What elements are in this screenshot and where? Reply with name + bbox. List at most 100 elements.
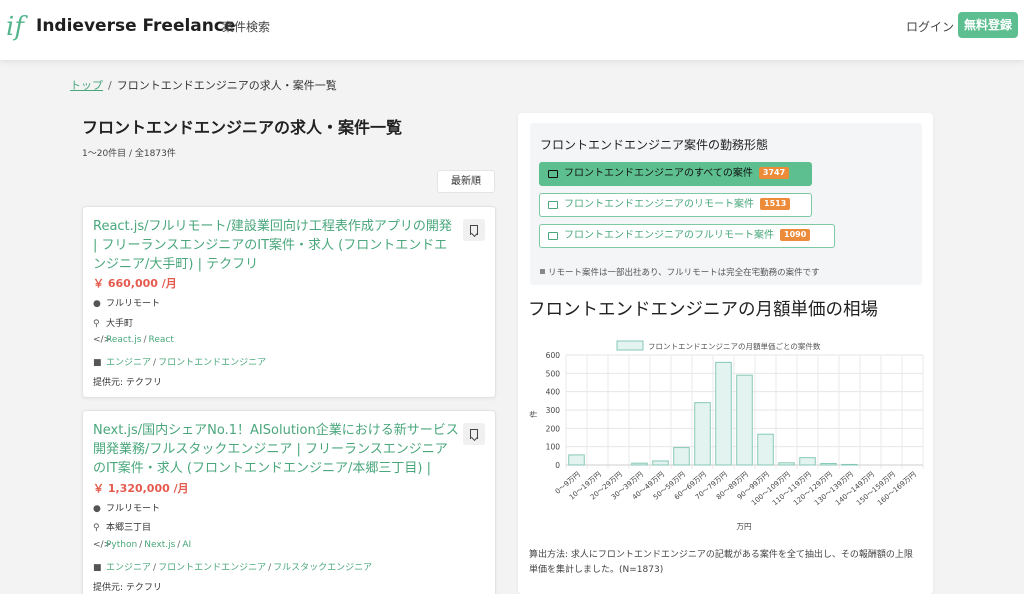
category-link[interactable]: フロントエンドエンジニア (158, 358, 266, 368)
location-pin-icon: ⚲ (93, 523, 100, 533)
category-link[interactable]: エンジニア (106, 358, 151, 368)
y-tick-label: 300 (546, 406, 561, 415)
briefcase-icon: ■ (93, 563, 102, 573)
location-pin-icon: ⚲ (93, 319, 100, 329)
job-location: ⚲ 大手町 (93, 316, 133, 329)
bullet-square-icon (540, 269, 545, 274)
skill-link[interactable]: Next.js (144, 540, 175, 550)
job-salary: ￥ 1,320,000 /月 (93, 482, 189, 495)
work-style-remote-button[interactable]: フロントエンドエンジニアのリモート案件 1513 (539, 193, 812, 217)
bar (799, 457, 816, 466)
y-tick-label: 500 (546, 369, 561, 378)
bar (694, 402, 711, 466)
code-icon: </> (93, 335, 112, 345)
login-link[interactable]: ログイン (906, 18, 954, 35)
work-style-text: フルリモート (106, 504, 161, 514)
calculation-note: 算出方法: 求人にフロントエンドエンジニアの記載がある案件を全て抽出し、その報酬… (529, 550, 913, 575)
skill-link[interactable]: React.js (106, 335, 141, 345)
nav-job-search-link[interactable]: 案件検索 (222, 18, 270, 35)
job-card[interactable]: React.js/フルリモート/建設業回向け工程表作成アプリの開発 | フリーラ… (82, 206, 496, 398)
skill-link[interactable]: React (148, 335, 173, 345)
sort-button[interactable]: 最新順 (437, 170, 495, 193)
count-badge: 3747 (758, 167, 790, 179)
bar (631, 462, 648, 466)
count-badge: 1090 (780, 229, 811, 241)
bookmark-icon (470, 429, 478, 439)
skill-link[interactable]: AI (182, 540, 191, 550)
category-link[interactable]: フルスタックエンジニア (273, 563, 372, 573)
salary-distribution-chart: フロントエンドエンジニアの月額単価ごとの案件数 0 100 200 300 400 500 6… (528, 340, 924, 531)
result-count: 1〜20件目 / 全1873件 (82, 149, 176, 159)
brand-name[interactable]: Indieverse Freelance (36, 16, 236, 36)
work-style-all-button[interactable]: フロントエンドエンジニアのすべての案件 3747 (539, 162, 812, 186)
job-categories: ■ エンジニア / フロントエンドエンジニア / フルスタックエンジニア (93, 563, 373, 573)
work-style-title: フロントエンドエンジニア案件の勤務形態 (540, 138, 769, 152)
salary-side-panel: フロントエンドエンジニア案件の勤務形態 フロントエンドエンジニアのすべての案件 3… (518, 113, 933, 594)
category-link[interactable]: フロントエンドエンジニア (158, 563, 266, 573)
job-categories: ■ エンジニア / フロントエンドエンジニア (93, 358, 267, 368)
job-skills: </>Python / Next.js / AI (93, 540, 192, 550)
bar (841, 463, 858, 466)
y-tick-label: 400 (546, 388, 561, 397)
work-style-note: リモート案件は一部出社あり、フルリモートは完全在宅勤務の案件です (540, 266, 820, 278)
signup-button[interactable]: 無料登録 (958, 12, 1018, 38)
location-text: 本郷三丁目 (106, 523, 152, 533)
briefcase-icon (548, 170, 558, 178)
breadcrumb-current: フロントエンドエンジニアの求人・案件一覧 (116, 79, 337, 92)
x-axis-label: 万円 (737, 522, 752, 531)
work-style-full-remote-button[interactable]: フロントエンドエンジニアのフルリモート案件 1090 (539, 224, 835, 248)
category-link[interactable]: エンジニア (106, 563, 151, 573)
person-icon: ● (93, 504, 101, 514)
breadcrumb-separator: / (108, 79, 112, 92)
work-style-note-text: リモート案件は一部出社あり、フルリモートは完全在宅勤務の案件です (548, 268, 820, 278)
y-tick-label: 200 (546, 424, 561, 433)
y-tick-label: 100 (546, 443, 561, 452)
skill-link[interactable]: Python (106, 540, 137, 550)
work-style-label: フロントエンドエンジニアのすべての案件 (564, 168, 753, 179)
job-skills: </>React.js / React (93, 335, 174, 345)
y-axis-label: 件 (528, 410, 538, 418)
job-work-style: ● フルリモート (93, 501, 160, 514)
count-badge: 1513 (760, 198, 791, 210)
bar (778, 462, 795, 466)
bar (673, 447, 690, 466)
code-icon: </> (93, 540, 112, 550)
bookmark-button[interactable] (463, 423, 485, 445)
bar (757, 433, 774, 466)
job-work-style: ● フルリモート (93, 296, 160, 309)
job-provider: 提供元: テクフリ (93, 583, 162, 593)
work-style-box: フロントエンドエンジニア案件の勤務形態 フロントエンドエンジニアのすべての案件 3… (530, 123, 922, 285)
briefcase-icon: ■ (93, 358, 102, 368)
breadcrumb: トップ / フロントエンドエンジニアの求人・案件一覧 (70, 77, 337, 93)
job-location: ⚲ 本郷三丁目 (93, 520, 151, 533)
legend-swatch (616, 340, 644, 351)
job-salary: ￥ 660,000 /月 (93, 277, 177, 290)
y-tick-label: 600 (546, 351, 561, 360)
site-header: if Indieverse Freelance 案件検索 ログイン 無料登録 (0, 0, 1024, 60)
home-icon (548, 232, 558, 240)
bar (715, 361, 732, 466)
bar (820, 463, 837, 466)
location-text: 大手町 (106, 319, 134, 329)
job-provider: 提供元: テクフリ (93, 378, 162, 388)
job-title-link[interactable]: React.js/フルリモート/建設業回向け工程表作成アプリの開発 | フリーラ… (93, 217, 459, 274)
y-tick-label: 0 (555, 461, 560, 470)
breadcrumb-home-link[interactable]: トップ (70, 79, 103, 92)
salary-chart-heading: フロントエンドエンジニアの月額単価の相場 (528, 300, 878, 320)
job-card[interactable]: Next.js/国内シェアNo.1！AISolution企業における新サービス開… (82, 410, 496, 594)
bookmark-icon (470, 225, 478, 235)
legend-label: フロントエンドエンジニアの月額単価ごとの案件数 (648, 341, 821, 351)
bar (568, 454, 585, 466)
bar (652, 460, 669, 466)
page-title: フロントエンドエンジニアの求人・案件一覧 (82, 118, 403, 137)
x-tick-label: 160〜169万円 (876, 470, 918, 507)
work-style-text: フルリモート (106, 299, 161, 309)
laptop-icon (548, 201, 558, 209)
job-title-link[interactable]: Next.js/国内シェアNo.1！AISolution企業における新サービス開… (93, 421, 459, 478)
work-style-label: フロントエンドエンジニアのリモート案件 (564, 199, 754, 210)
bar (736, 374, 753, 466)
logo-mark[interactable]: if (6, 12, 24, 42)
bookmark-button[interactable] (463, 219, 485, 241)
person-icon: ● (93, 299, 101, 309)
work-style-label: フロントエンドエンジニアのフルリモート案件 (564, 230, 774, 241)
